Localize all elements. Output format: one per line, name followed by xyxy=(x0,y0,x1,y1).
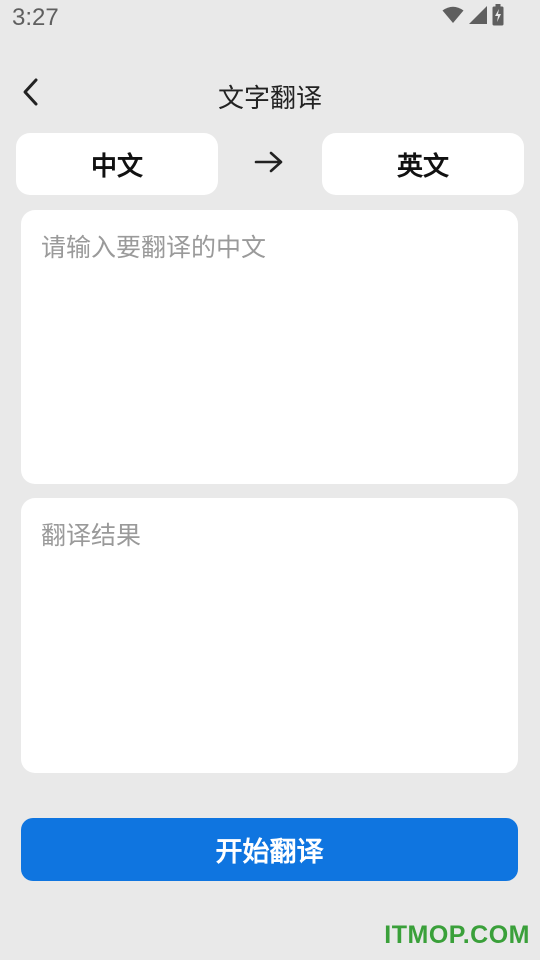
status-time: 3:27 xyxy=(12,4,59,31)
start-translate-label: 开始翻译 xyxy=(215,837,324,868)
wifi-icon xyxy=(442,6,464,28)
cell-signal-icon xyxy=(468,5,488,29)
target-language-label: 英文 xyxy=(396,151,449,182)
battery-charging-icon xyxy=(492,4,504,30)
page-title: 文字翻译 xyxy=(217,84,322,114)
start-translate-button[interactable]: 开始翻译 xyxy=(21,818,518,881)
watermark: ITMOP.COM xyxy=(384,921,530,949)
source-text-input[interactable] xyxy=(21,210,518,484)
status-bar: 3:27 xyxy=(0,0,540,38)
toolbar: 文字翻译 xyxy=(0,64,540,124)
translation-result: 翻译结果 xyxy=(41,521,142,550)
source-language-label: 中文 xyxy=(90,151,143,182)
output-card: 翻译结果 xyxy=(21,498,518,773)
source-language-button[interactable]: 中文 xyxy=(16,133,218,195)
arrow-right-icon xyxy=(254,150,284,178)
language-direction[interactable] xyxy=(252,149,286,179)
input-card xyxy=(21,210,518,484)
status-icons xyxy=(442,4,504,30)
target-language-button[interactable]: 英文 xyxy=(322,133,524,195)
